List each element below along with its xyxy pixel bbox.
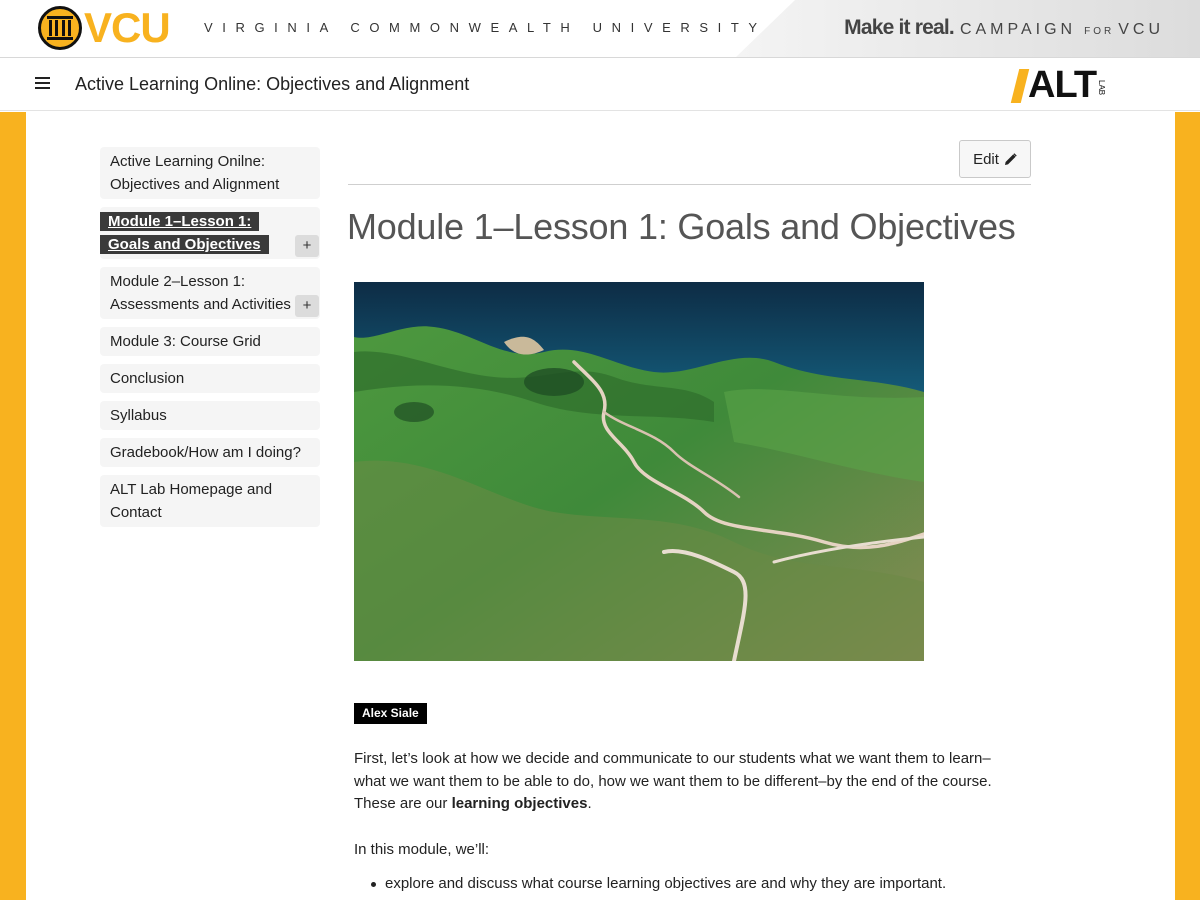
sidebar-item-module-3[interactable]: Module 3: Course Grid	[100, 327, 320, 356]
page-title: Module 1–Lesson 1: Goals and Objectives	[347, 206, 1016, 247]
alt-logo-text: ALT	[1028, 64, 1097, 106]
content-divider	[348, 184, 1031, 185]
sidebar-item-label: Module 2–Lesson 1: Assessments and Activ…	[110, 273, 291, 313]
sidebar-item-label: Syllabus	[110, 407, 167, 424]
sidebar-item-label: Module 3: Course Grid	[110, 333, 261, 350]
site-title[interactable]: Active Learning Online: Objectives and A…	[75, 74, 469, 95]
sidebar-item-conclusion[interactable]: Conclusion	[100, 364, 320, 393]
vcu-seal-icon	[38, 6, 82, 50]
university-name[interactable]: VIRGINIA COMMONWEALTH UNIVERSITY	[204, 20, 767, 35]
sidebar-item-syllabus[interactable]: Syllabus	[100, 401, 320, 430]
sidebar-nav: Active Learning Onilne: Objectives and A…	[100, 147, 320, 535]
campaign-banner[interactable]: Make it real. CAMPAIGN FOR VCU	[735, 0, 1200, 57]
expand-plus-icon[interactable]: +	[295, 235, 319, 257]
image-credit-badge: Alex Siale	[354, 703, 427, 724]
intro-end: .	[587, 795, 592, 812]
objectives-list: explore and discuss what course learning…	[370, 873, 946, 895]
sidebar-item-label: Gradebook/How am I doing?	[110, 444, 301, 461]
expand-plus-icon[interactable]: +	[295, 295, 319, 317]
campaign-word: CAMPAIGN	[959, 21, 1077, 38]
sidebar-item-alt-lab-contact[interactable]: ALT Lab Homepage and Contact	[100, 475, 320, 527]
site-header: Active Learning Online: Objectives and A…	[0, 59, 1200, 111]
sidebar-item-module-1[interactable]: Module 1–Lesson 1: Goals and Objectives …	[100, 207, 320, 259]
intro-bold-term: learning objectives	[451, 795, 588, 812]
vcu-wordmark: VCU	[84, 4, 171, 51]
module-intro-paragraph: In this module, we’ll:	[354, 841, 490, 858]
sidebar-item-module-2[interactable]: Module 2–Lesson 1: Assessments and Activ…	[100, 267, 320, 319]
intro-text: First, let’s look at how we decide and c…	[354, 750, 992, 812]
campaign-for: FOR	[1084, 26, 1115, 37]
campaign-slogan: Make it real.	[844, 16, 955, 39]
landscape-hero-image	[354, 282, 924, 661]
sidebar-item-course-home[interactable]: Active Learning Onilne: Objectives and A…	[100, 147, 320, 199]
pencil-icon	[1004, 152, 1017, 165]
sidebar-item-label-active: Module 1–Lesson 1: Goals and Objectives	[100, 212, 269, 254]
list-item: explore and discuss what course learning…	[370, 873, 946, 895]
alt-logo-sub: LAB	[1097, 79, 1107, 95]
sidebar-item-label: Active Learning Onilne: Objectives and A…	[110, 153, 280, 193]
sidebar-item-label: Conclusion	[110, 370, 185, 387]
alt-slash-icon	[1010, 69, 1030, 103]
intro-paragraph: First, let’s look at how we decide and c…	[354, 748, 1014, 816]
hamburger-menu-icon[interactable]	[35, 77, 50, 91]
sidebar-item-label: ALT Lab Homepage and Contact	[110, 481, 273, 521]
edit-label: Edit	[973, 150, 999, 168]
vcu-logo[interactable]: VCU	[38, 4, 171, 51]
edit-button[interactable]: Edit	[959, 140, 1031, 178]
alt-lab-logo[interactable]: ALT LAB	[1010, 64, 1107, 106]
campaign-vcu: VCU	[1118, 21, 1164, 38]
sidebar-item-gradebook[interactable]: Gradebook/How am I doing?	[100, 438, 320, 467]
vcu-top-bar: VCU VIRGINIA COMMONWEALTH UNIVERSITY Mak…	[0, 0, 1200, 58]
